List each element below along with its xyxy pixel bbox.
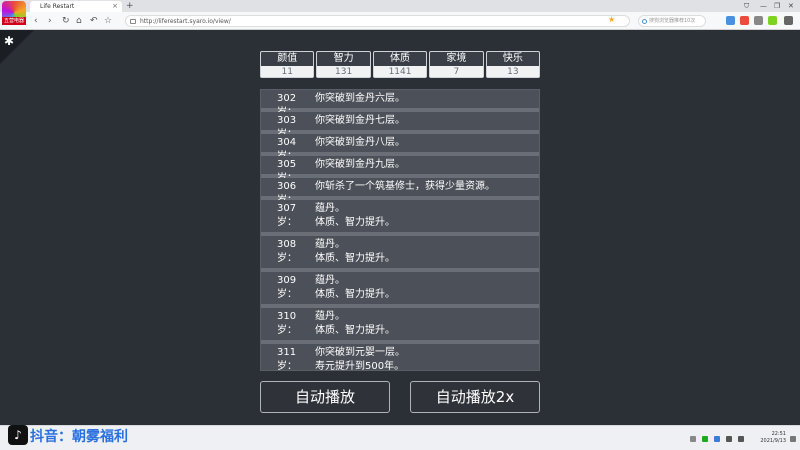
- stat-constitution: 体质 1141: [372, 51, 428, 78]
- input-method-icon[interactable]: [738, 436, 744, 442]
- search-placeholder: 搜狗浏览器推荐10次: [649, 18, 696, 24]
- log-entry: 306岁： 你斩杀了一个筑基修士，获得少量资源。: [261, 178, 539, 206]
- log-entry: 310岁： 蕴丹。 体质、智力提升。: [261, 308, 539, 344]
- log-text: 你突破到金丹八层。: [315, 137, 405, 148]
- stat-label: 快乐: [486, 52, 540, 66]
- stat-value: 1141: [373, 66, 427, 77]
- forward-icon[interactable]: ›: [48, 15, 52, 27]
- cut-icon[interactable]: [754, 16, 763, 25]
- log-age: 310岁：: [277, 311, 297, 336]
- log-text: 蕴丹。 体质、智力提升。: [315, 203, 395, 228]
- log-entry: 311岁： 你突破到元婴一层。 寿元提升到500年。: [261, 344, 539, 371]
- maximize-icon[interactable]: ❐: [774, 0, 780, 12]
- log-text: 你突破到金丹九层。: [315, 159, 405, 170]
- game-icon[interactable]: [740, 16, 749, 25]
- minimize-icon[interactable]: —: [760, 0, 767, 12]
- stat-label: 颜值: [261, 52, 314, 66]
- browser-tab[interactable]: Life Restart ×: [30, 1, 122, 12]
- stat-intelligence: 智力 131: [316, 51, 371, 78]
- address-bar[interactable]: http://liferestart.syaro.io/view/ ★: [125, 15, 630, 27]
- log-entry: 305岁： 你突破到金丹九层。: [261, 156, 539, 184]
- watermark: 抖音：朝雾福利: [30, 429, 128, 445]
- log-text: 你突破到元婴一层。 寿元提升到500年。: [315, 347, 405, 371]
- stat-family: 家境 7: [429, 51, 484, 78]
- url-text[interactable]: http://liferestart.syaro.io/view/: [140, 16, 231, 27]
- stat-value: 131: [317, 66, 370, 77]
- auto-play-2x-button[interactable]: 自动播放2x: [410, 381, 540, 413]
- wechat-icon[interactable]: [702, 436, 708, 442]
- network-icon[interactable]: [714, 436, 720, 442]
- home-icon[interactable]: ⌂: [76, 15, 82, 27]
- tiktok-icon: ♪: [8, 425, 28, 445]
- stat-label: 智力: [317, 52, 370, 66]
- log-entry: 308岁： 蕴丹。 体质、智力提升。: [261, 236, 539, 272]
- browser-logo-label: 五营电器: [2, 17, 26, 25]
- search-icon: [642, 19, 647, 24]
- log-text: 蕴丹。 体质、智力提升。: [315, 275, 395, 300]
- stat-label: 体质: [373, 52, 427, 66]
- log-text: 蕴丹。 体质、智力提升。: [315, 311, 395, 336]
- lock-icon: [130, 19, 136, 24]
- log-text: 你突破到金丹六层。: [315, 93, 405, 104]
- download-icon[interactable]: [768, 16, 777, 25]
- auto-play-button[interactable]: 自动播放: [260, 381, 390, 413]
- stat-value: 13: [486, 66, 540, 77]
- clock-date: 2021/9/13: [760, 438, 786, 444]
- log-text: 你突破到金丹七层。: [315, 115, 405, 126]
- stat-value: 7: [430, 66, 483, 77]
- volume-icon[interactable]: [726, 436, 732, 442]
- log-entry: 307岁： 蕴丹。 体质、智力提升。: [261, 200, 539, 236]
- new-tab-button[interactable]: +: [126, 0, 134, 12]
- log-text: 你斩杀了一个筑基修士，获得少量资源。: [315, 181, 495, 192]
- log-age: 308岁：: [277, 239, 297, 264]
- back-icon[interactable]: ‹: [34, 15, 38, 27]
- event-log[interactable]: 302岁： 你突破到金丹六层。 303岁： 你突破到金丹七层。 304岁： 你突…: [260, 89, 540, 371]
- log-age: 309岁：: [277, 275, 297, 300]
- menu-icon[interactable]: [784, 16, 793, 25]
- close-window-icon[interactable]: ✕: [788, 0, 794, 12]
- extension-icon[interactable]: [726, 16, 735, 25]
- theme-toggle-icon[interactable]: ✱: [4, 35, 14, 47]
- shield-icon[interactable]: ⛉: [744, 0, 749, 12]
- stat-happiness: 快乐 13: [485, 51, 541, 78]
- clock[interactable]: 22:51 2021/9/13: [750, 431, 786, 445]
- log-entry: 303岁： 你突破到金丹七层。: [261, 112, 539, 140]
- tab-close-icon[interactable]: ×: [112, 1, 118, 12]
- favorite-icon[interactable]: ☆: [104, 15, 112, 27]
- log-entry: 309岁： 蕴丹。 体质、智力提升。: [261, 272, 539, 308]
- stat-value: 11: [261, 66, 314, 77]
- log-entry: 304岁： 你突破到金丹八层。: [261, 134, 539, 162]
- log-age: 307岁：: [277, 203, 297, 228]
- tray-arrow-icon[interactable]: [690, 436, 696, 442]
- log-age: 311岁：: [277, 347, 297, 371]
- undo-icon[interactable]: ↶: [90, 15, 98, 27]
- log-entry: 302岁： 你突破到金丹六层。: [261, 90, 539, 118]
- stat-label: 家境: [430, 52, 483, 66]
- log-text: 蕴丹。 体质、智力提升。: [315, 239, 395, 264]
- tab-title: Life Restart: [40, 3, 75, 10]
- stat-appearance: 颜值 11: [260, 51, 315, 78]
- browser-toolbar: ‹ › ↻ ⌂ ↶ ☆ http://liferestart.syaro.io/…: [0, 12, 800, 30]
- clock-time: 22:51: [771, 431, 786, 437]
- notification-icon[interactable]: [790, 436, 796, 442]
- bookmark-star-icon[interactable]: ★: [608, 15, 615, 24]
- refresh-icon[interactable]: ↻: [62, 15, 70, 27]
- search-input[interactable]: 搜狗浏览器推荐10次: [638, 15, 706, 27]
- attribute-panel: 颜值 11 智力 131 体质 1141 家境 7 快乐 13: [260, 51, 541, 78]
